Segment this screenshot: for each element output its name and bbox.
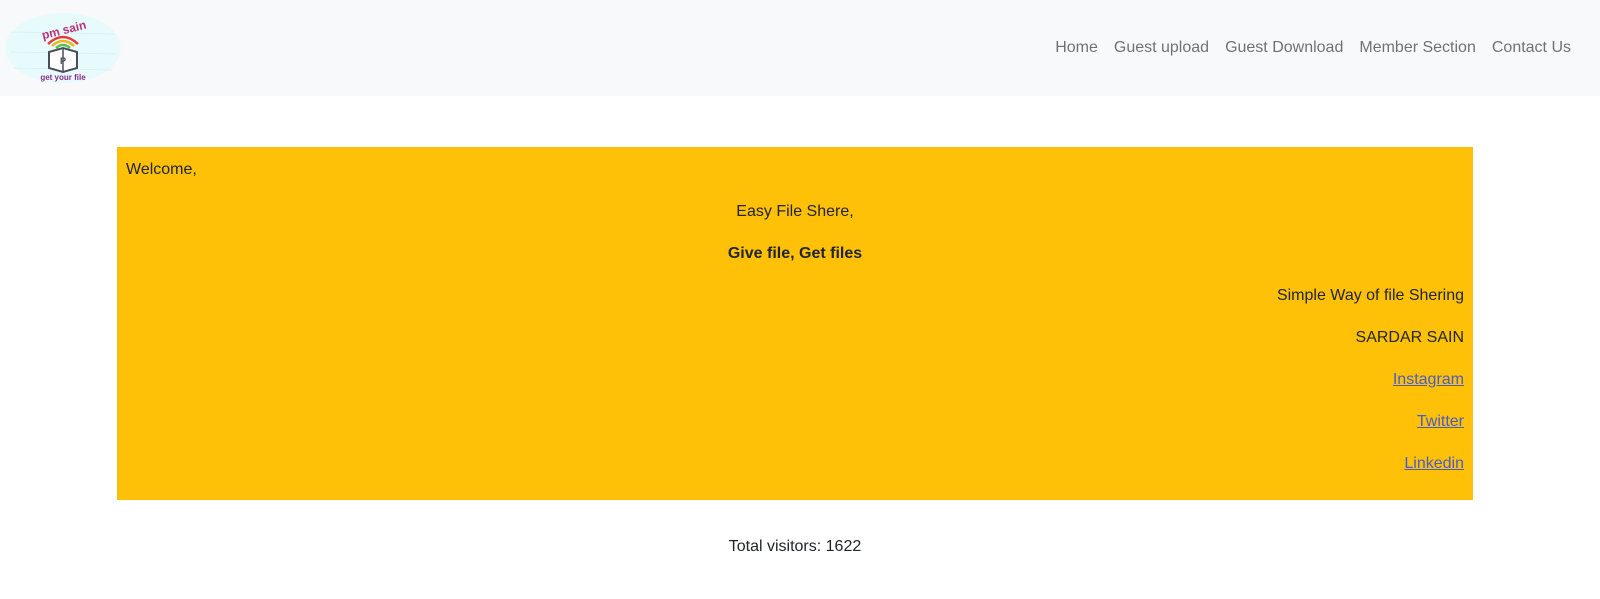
welcome-banner: Welcome, Easy File Shere, Give file, Get… xyxy=(117,147,1473,500)
nav-contact-us[interactable]: Contact Us xyxy=(1484,39,1579,57)
logo-letter: P xyxy=(60,56,66,66)
subtitle-text: Simple Way of file Shering xyxy=(1276,287,1464,304)
linkedin-link[interactable]: Linkedin xyxy=(1404,454,1464,474)
nav-member-section[interactable]: Member Section xyxy=(1351,39,1484,57)
navbar: pm sain P get your file Home Guest uploa… xyxy=(0,0,1600,96)
nav-menu: Home Guest upload Guest Download Member … xyxy=(1047,0,1579,96)
welcome-text: Welcome, xyxy=(126,161,197,178)
nav-guest-upload[interactable]: Guest upload xyxy=(1106,39,1217,57)
slogan-text: Give file, Get files xyxy=(727,245,863,262)
nav-guest-download[interactable]: Guest Download xyxy=(1217,39,1351,57)
visitor-counter: Total visitors: 1622 xyxy=(728,538,862,555)
instagram-link[interactable]: Instagram xyxy=(1393,370,1464,390)
nav-home[interactable]: Home xyxy=(1047,39,1106,57)
twitter-link[interactable]: Twitter xyxy=(1417,412,1464,432)
author-name: SARDAR SAIN xyxy=(1355,329,1464,346)
tagline-text: Easy File Shere, xyxy=(736,203,854,220)
logo-bottom-text: get your file xyxy=(40,73,86,82)
site-logo[interactable]: pm sain P get your file xyxy=(4,12,122,84)
